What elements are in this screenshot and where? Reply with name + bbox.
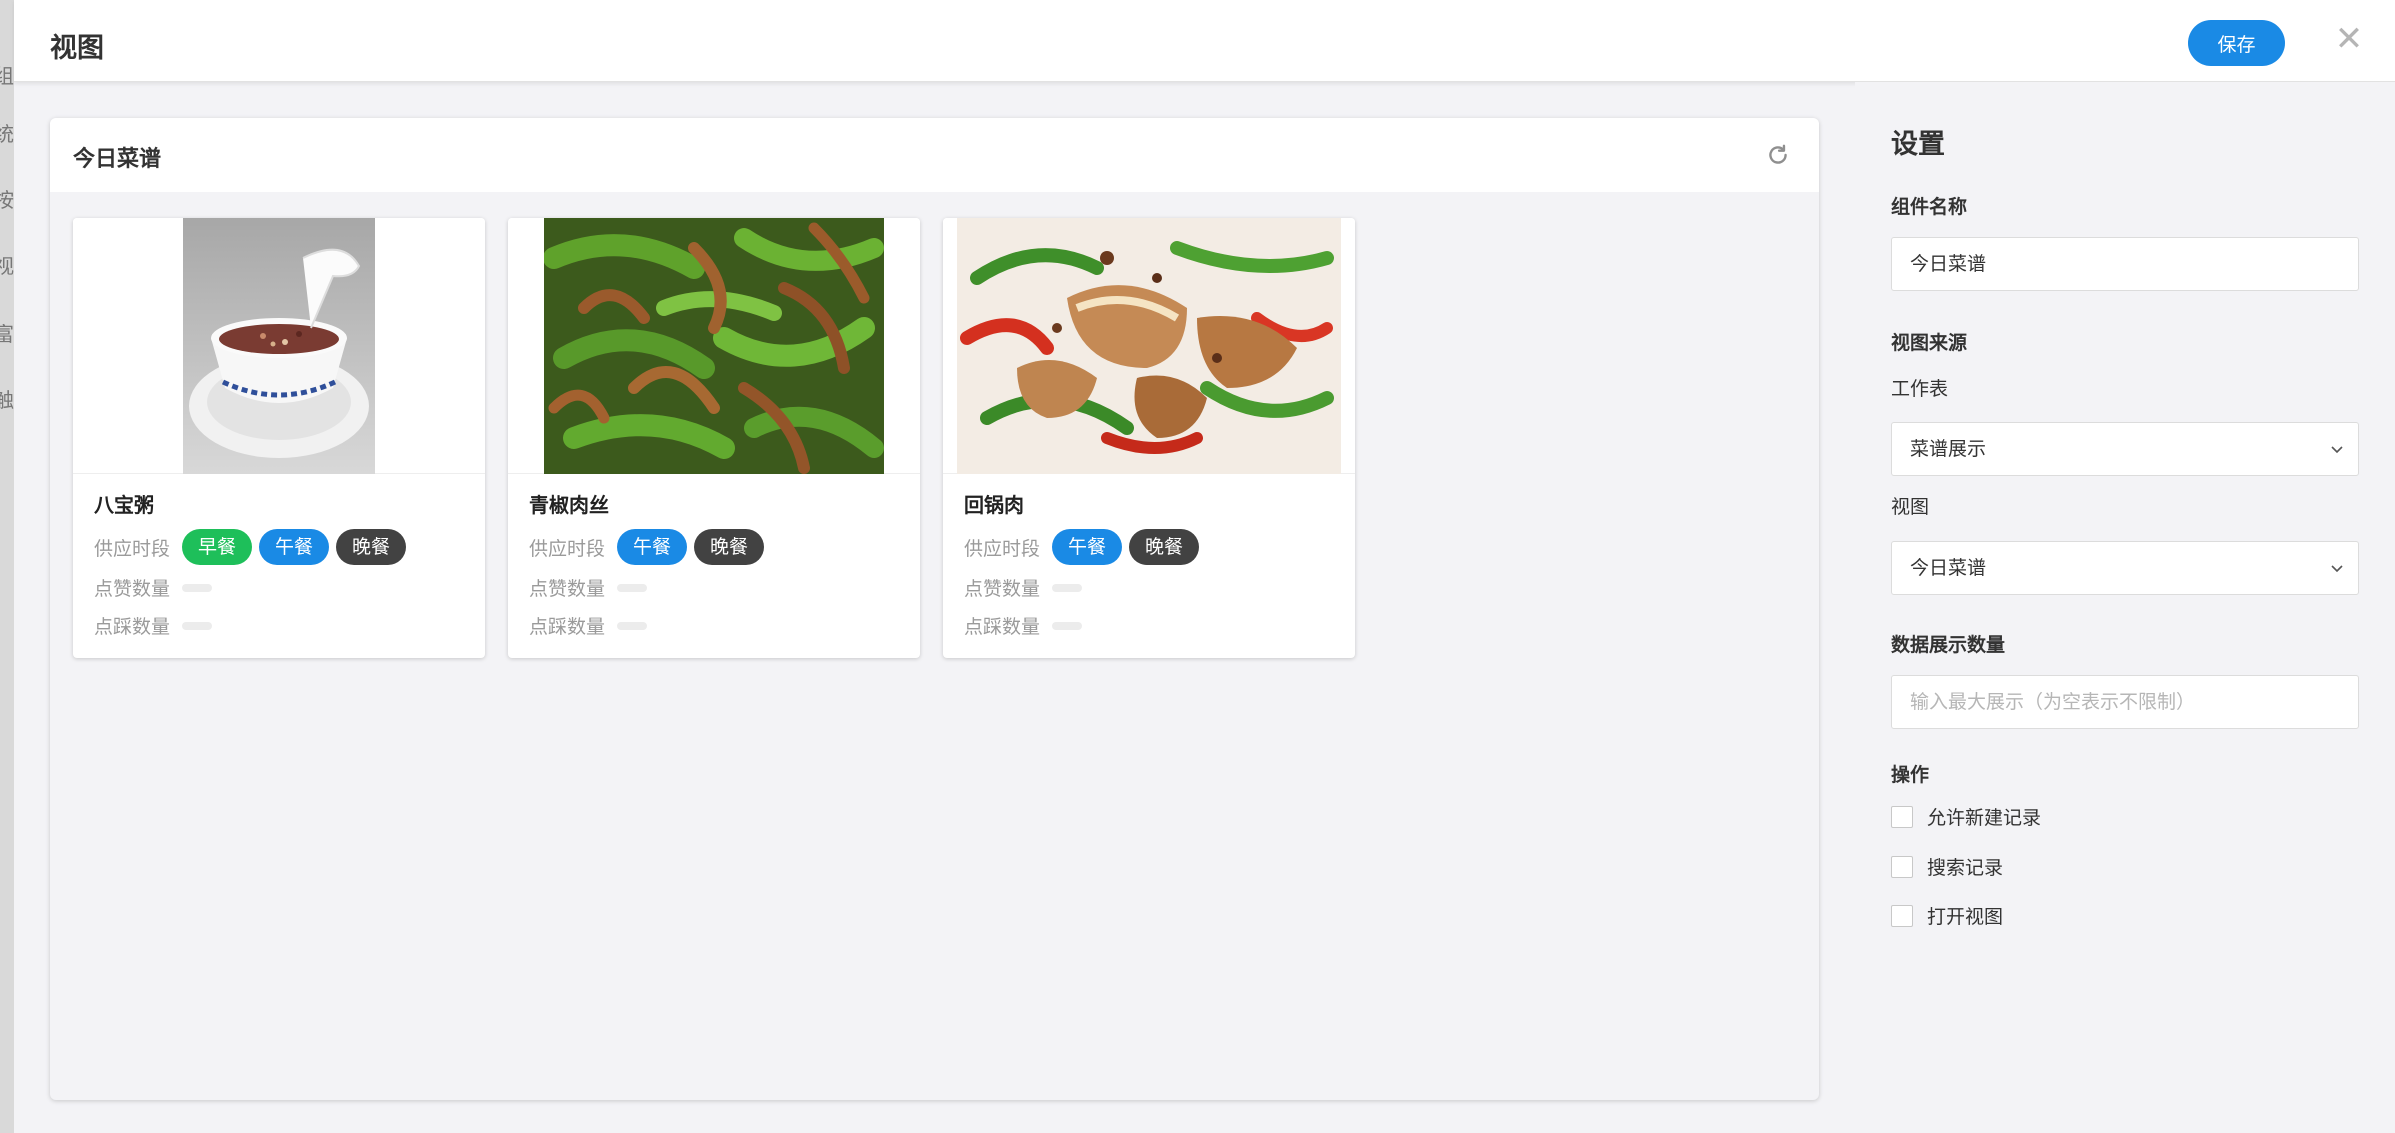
likes-label: 点赞数量 bbox=[529, 578, 606, 600]
recipe-photo bbox=[943, 218, 1355, 474]
bg-fragment: 触 bbox=[0, 388, 14, 412]
likes-value-placeholder bbox=[182, 583, 213, 592]
dislikes-value-placeholder bbox=[182, 621, 213, 630]
bg-fragment: 富 bbox=[0, 322, 14, 346]
serving-time-label: 供应时段 bbox=[529, 537, 606, 560]
save-button[interactable]: 保存 bbox=[2188, 20, 2285, 66]
view-select-label: 视图 bbox=[1891, 496, 1930, 518]
dislikes-label: 点踩数量 bbox=[964, 616, 1041, 638]
checkbox-label: 打开视图 bbox=[1927, 906, 2004, 928]
worksheet-select[interactable]: 菜谱展示 bbox=[1891, 422, 2359, 476]
component-name-input[interactable]: 今日菜谱 bbox=[1891, 237, 2359, 291]
serving-time-row: 供应时段 早餐 午餐 晚餐 bbox=[94, 529, 413, 565]
view-select[interactable]: 今日菜谱 bbox=[1891, 541, 2359, 595]
display-count-label: 数据展示数量 bbox=[1891, 634, 2006, 656]
checkbox-label: 允许新建记录 bbox=[1927, 807, 2042, 829]
actions-label: 操作 bbox=[1891, 764, 1930, 786]
tag-dinner: 晚餐 bbox=[1129, 529, 1200, 565]
bg-fragment: 视 bbox=[0, 254, 14, 278]
tag-lunch: 午餐 bbox=[617, 529, 688, 565]
likes-row: 点赞数量 bbox=[529, 574, 648, 601]
panel-title: 今日菜谱 bbox=[73, 147, 162, 172]
chevron-down-icon bbox=[2331, 446, 2343, 454]
modal-title: 视图 bbox=[50, 33, 104, 64]
checkbox-label: 搜索记录 bbox=[1927, 857, 2004, 879]
checkbox-box[interactable] bbox=[1891, 855, 1913, 878]
pepper-pork-image bbox=[544, 218, 884, 474]
dislikes-row: 点踩数量 bbox=[964, 612, 1083, 639]
checkbox-box[interactable] bbox=[1891, 904, 1913, 927]
dislikes-row: 点踩数量 bbox=[529, 612, 648, 639]
twice-cooked-pork-image bbox=[957, 218, 1341, 474]
allow-new-record-checkbox[interactable]: 允许新建记录 bbox=[1891, 803, 2041, 830]
tag-lunch: 午餐 bbox=[259, 529, 330, 565]
tag-lunch: 午餐 bbox=[1052, 529, 1123, 565]
search-records-checkbox[interactable]: 搜索记录 bbox=[1891, 853, 2003, 880]
tag-breakfast: 早餐 bbox=[182, 529, 253, 565]
open-view-checkbox[interactable]: 打开视图 bbox=[1891, 902, 2003, 929]
dislikes-value-placeholder bbox=[1052, 621, 1083, 630]
likes-value-placeholder bbox=[1052, 583, 1083, 592]
checkbox-box[interactable] bbox=[1891, 805, 1913, 828]
panel-header: 今日菜谱 bbox=[50, 118, 1819, 192]
bg-fragment: 按 bbox=[0, 188, 14, 212]
view-editor-modal: 视图 保存 ✕ 今日菜谱 八宝粥 供应时段 早餐 午餐 晚餐 点赞数量 点踩数量… bbox=[14, 0, 2395, 1133]
recipe-photo bbox=[508, 218, 920, 474]
dislikes-row: 点踩数量 bbox=[94, 612, 213, 639]
porridge-image bbox=[183, 218, 375, 474]
likes-row: 点赞数量 bbox=[94, 574, 213, 601]
worksheet-select-value: 菜谱展示 bbox=[1910, 438, 1987, 460]
serving-time-label: 供应时段 bbox=[964, 537, 1041, 560]
modal-header: 视图 保存 ✕ bbox=[14, 0, 2395, 82]
chevron-down-icon bbox=[2331, 565, 2343, 573]
recipe-name: 回锅肉 bbox=[964, 493, 1024, 517]
recipe-card[interactable]: 回锅肉 供应时段 午餐 晚餐 点赞数量 点踩数量 bbox=[943, 218, 1355, 658]
component-name-label: 组件名称 bbox=[1891, 196, 1968, 218]
settings-panel: 设置 组件名称 今日菜谱 视图来源 工作表 菜谱展示 视图 今日菜谱 数据展示数… bbox=[1855, 82, 2395, 1133]
recipe-card[interactable]: 青椒肉丝 供应时段 午餐 晚餐 点赞数量 点踩数量 bbox=[508, 218, 920, 658]
background-page-strip: 组 统 按 视 富 触 bbox=[0, 0, 14, 1133]
likes-row: 点赞数量 bbox=[964, 574, 1083, 601]
recipe-photo bbox=[73, 218, 485, 474]
bg-fragment: 组 bbox=[0, 64, 14, 88]
view-source-label: 视图来源 bbox=[1891, 332, 1968, 354]
refresh-icon[interactable] bbox=[1765, 142, 1791, 168]
view-preview-panel: 今日菜谱 八宝粥 供应时段 早餐 午餐 晚餐 点赞数量 点踩数量 青椒肉丝 供应… bbox=[50, 118, 1819, 1100]
likes-label: 点赞数量 bbox=[964, 578, 1041, 600]
dislikes-label: 点踩数量 bbox=[529, 616, 606, 638]
tag-dinner: 晚餐 bbox=[336, 529, 407, 565]
dislikes-label: 点踩数量 bbox=[94, 616, 171, 638]
serving-time-label: 供应时段 bbox=[94, 537, 171, 560]
close-icon[interactable]: ✕ bbox=[2330, 20, 2368, 58]
likes-label: 点赞数量 bbox=[94, 578, 171, 600]
recipe-name: 八宝粥 bbox=[94, 493, 154, 517]
worksheet-label: 工作表 bbox=[1891, 378, 1949, 400]
serving-time-row: 供应时段 午餐 晚餐 bbox=[964, 529, 1206, 565]
dislikes-value-placeholder bbox=[617, 621, 648, 630]
bg-fragment: 统 bbox=[0, 122, 14, 146]
recipe-card[interactable]: 八宝粥 供应时段 早餐 午餐 晚餐 点赞数量 点踩数量 bbox=[73, 218, 485, 658]
tag-dinner: 晚餐 bbox=[694, 529, 765, 565]
recipe-name: 青椒肉丝 bbox=[529, 493, 609, 517]
serving-time-row: 供应时段 午餐 晚餐 bbox=[529, 529, 771, 565]
display-count-input[interactable]: 输入最大展示（为空表示不限制） bbox=[1891, 675, 2359, 729]
likes-value-placeholder bbox=[617, 583, 648, 592]
view-select-value: 今日菜谱 bbox=[1910, 557, 1987, 579]
settings-title: 设置 bbox=[1891, 129, 1945, 160]
